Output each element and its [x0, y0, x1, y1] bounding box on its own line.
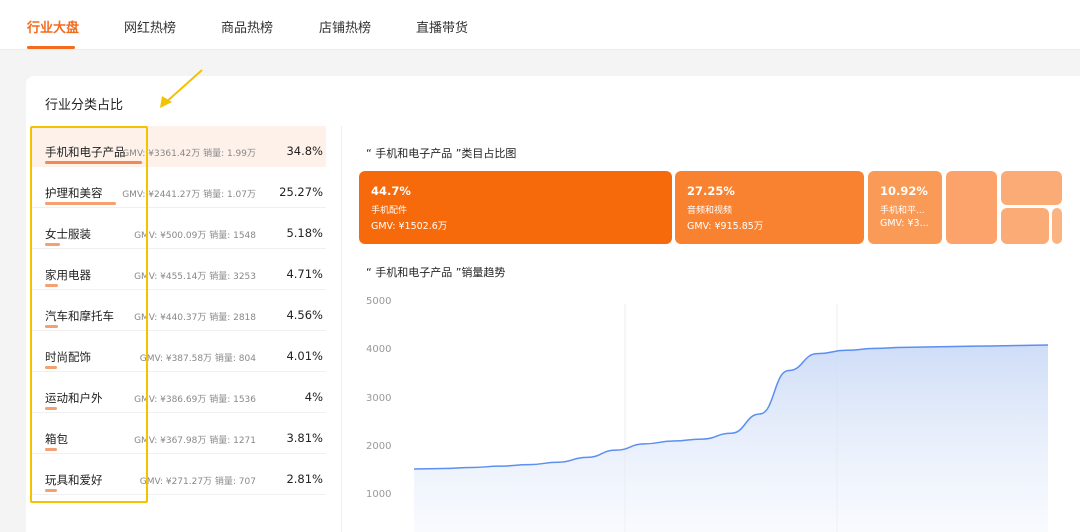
category-share: 4.71%	[286, 267, 323, 281]
category-name: 护理和美容	[45, 186, 103, 200]
category-row[interactable]: 女士服装 GMV: ¥500.09万 销量: 1548 5.18%	[31, 208, 326, 249]
category-share: 3.81%	[286, 431, 323, 445]
panel-title: 行业分类占比	[45, 98, 124, 113]
category-share-bar	[45, 202, 116, 205]
category-share-bar	[45, 489, 57, 492]
category-share-bar	[45, 325, 58, 328]
category-gmv-sales: GMV: ¥271.27万 销量: 707	[139, 477, 256, 487]
top-nav: 行业大盘 网红热榜 商品热榜 店铺热榜 直播带货	[0, 0, 1080, 50]
category-share-bar	[45, 448, 57, 451]
tile-pct: 27.25%	[687, 184, 735, 198]
tile-pct: 10.92%	[880, 184, 928, 198]
category-name: 运动和户外	[45, 391, 103, 405]
category-row[interactable]: 护理和美容 GMV: ¥2441.27万 销量: 1.07万 25.27%	[31, 167, 326, 208]
tile-name: 音频和视频	[687, 206, 733, 216]
trend-title: “ 手机和电子产品 ”销量趋势	[366, 266, 506, 279]
category-name: 手机和电子产品	[45, 145, 126, 159]
category-row[interactable]: 运动和户外 GMV: ¥386.69万 销量: 1536 4%	[31, 372, 326, 413]
tile-gmv: GMV: ¥915.85万	[687, 221, 764, 232]
treemap-tile[interactable]: 44.7% 手机配件 GMV: ¥1502.6万	[359, 171, 672, 244]
category-share-bar	[45, 407, 57, 410]
category-name: 箱包	[45, 432, 68, 446]
treemap-title: “ 手机和电子产品 ”类目占比图	[366, 147, 517, 160]
treemap-tile[interactable]: 27.25% 音频和视频 GMV: ¥915.85万	[675, 171, 864, 244]
tab-industry-overview[interactable]: 行业大盘	[27, 17, 79, 36]
category-gmv-sales: GMV: ¥3361.42万 销量: 1.99万	[122, 149, 256, 159]
category-share: 4.01%	[286, 349, 323, 363]
category-share-bar	[45, 366, 57, 369]
category-name: 家用电器	[45, 268, 91, 282]
category-share-bar	[45, 284, 58, 287]
category-name: 时尚配饰	[45, 350, 91, 364]
category-share: 4.56%	[286, 308, 323, 322]
category-share: 5.18%	[286, 226, 323, 240]
category-share: 4%	[304, 390, 323, 404]
category-name: 玩具和爱好	[45, 473, 103, 487]
panel-divider	[341, 126, 342, 532]
sales-trend-chart	[413, 304, 1049, 532]
category-row[interactable]: 家用电器 GMV: ¥455.14万 销量: 3253 4.71%	[31, 249, 326, 290]
tile-gmv: GMV: ¥1502.6万	[371, 221, 448, 232]
category-gmv-sales: GMV: ¥440.37万 销量: 2818	[134, 313, 256, 323]
tab-product-ranking[interactable]: 商品热榜	[221, 17, 273, 36]
tile-pct: 44.7%	[371, 184, 411, 198]
category-share-bar	[45, 161, 142, 164]
category-gmv-sales: GMV: ¥386.69万 销量: 1536	[134, 395, 256, 405]
category-gmv-sales: GMV: ¥387.58万 销量: 804	[139, 354, 256, 364]
category-share: 34.8%	[286, 144, 323, 158]
treemap-tile[interactable]	[1052, 208, 1062, 244]
category-row[interactable]: 玩具和爱好 GMV: ¥271.27万 销量: 707 2.81%	[31, 454, 326, 495]
tile-gmv: GMV: ¥3...	[880, 218, 929, 229]
category-name: 女士服装	[45, 227, 91, 241]
tile-name: 手机和平...	[880, 206, 925, 216]
tile-name: 手机配件	[371, 206, 408, 216]
active-tab-indicator	[27, 46, 75, 49]
tab-store-ranking[interactable]: 店铺热榜	[319, 17, 371, 36]
category-share-bar	[45, 243, 60, 246]
treemap-tile[interactable]	[1001, 171, 1062, 205]
treemap-tile[interactable]: 10.92% 手机和平... GMV: ¥3...	[868, 171, 942, 244]
category-name: 汽车和摩托车	[45, 309, 114, 323]
annotation-arrow-icon	[160, 69, 203, 108]
category-gmv-sales: GMV: ¥367.98万 销量: 1271	[134, 436, 256, 446]
category-gmv-sales: GMV: ¥500.09万 销量: 1548	[134, 231, 256, 241]
tab-influencer-ranking[interactable]: 网红热榜	[124, 17, 176, 36]
category-row[interactable]: 手机和电子产品 GMV: ¥3361.42万 销量: 1.99万 34.8%	[31, 126, 326, 167]
category-row[interactable]: 汽车和摩托车 GMV: ¥440.37万 销量: 2818 4.56%	[31, 290, 326, 331]
category-gmv-sales: GMV: ¥2441.27万 销量: 1.07万	[122, 190, 256, 200]
category-gmv-sales: GMV: ¥455.14万 销量: 3253	[134, 272, 256, 282]
treemap-tile[interactable]	[1001, 208, 1049, 244]
category-share: 25.27%	[279, 185, 323, 199]
category-share: 2.81%	[286, 472, 323, 486]
category-row[interactable]: 箱包 GMV: ¥367.98万 销量: 1271 3.81%	[31, 413, 326, 454]
category-row[interactable]: 时尚配饰 GMV: ¥387.58万 销量: 804 4.01%	[31, 331, 326, 372]
treemap-tile[interactable]	[946, 171, 997, 244]
trend-area	[414, 344, 1048, 532]
tab-live-selling[interactable]: 直播带货	[416, 17, 468, 36]
